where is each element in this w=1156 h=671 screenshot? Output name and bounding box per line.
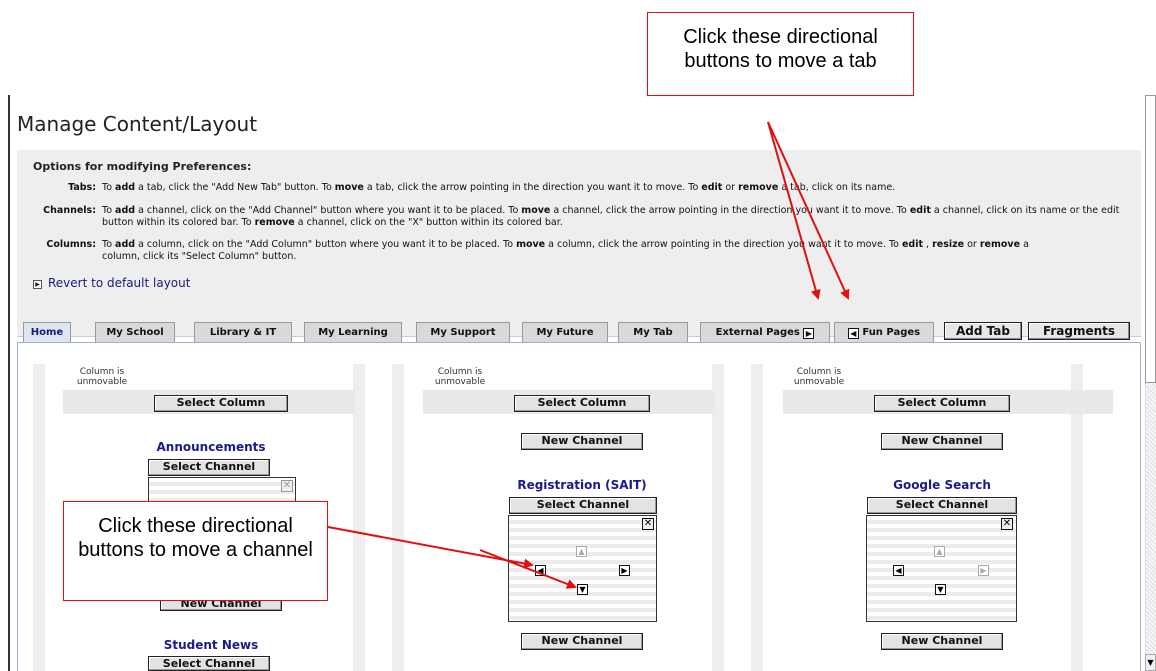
tab-library-it[interactable]: Library & IT xyxy=(194,322,292,342)
column-2-new-channel-button-top[interactable]: New Channel xyxy=(521,433,643,450)
callout-move-channel: Click these directional buttons to move … xyxy=(63,501,328,601)
google-search-move-left-icon[interactable]: ◀ xyxy=(893,565,904,576)
google-search-move-up-icon: ▲ xyxy=(934,546,945,557)
registration-move-right-icon[interactable]: ▶ xyxy=(619,565,630,576)
column-2-unmovable-note: Column is unmovable xyxy=(434,367,486,387)
page-title: Manage Content/Layout xyxy=(17,112,258,136)
announcements-close-icon[interactable]: ✕ xyxy=(281,480,293,492)
column-3-new-channel-button-bottom[interactable]: New Channel xyxy=(881,633,1003,650)
registration-close-icon[interactable]: ✕ xyxy=(642,518,654,530)
options-panel: Options for modifying Preferences: Tabs:… xyxy=(17,150,1141,337)
tabs-label: Tabs: xyxy=(68,182,96,193)
move-tab-right-icon[interactable]: ▶ xyxy=(803,328,815,339)
google-search-move-down-icon[interactable]: ▼ xyxy=(935,584,946,595)
tab-external-pages[interactable]: External Pages ▶ xyxy=(700,322,830,342)
announcements-select-channel-button[interactable]: Select Channel xyxy=(148,459,270,476)
callout-move-tab-text: Click these directional buttons to move … xyxy=(683,26,878,72)
column-1-select-column-button[interactable]: Select Column xyxy=(154,395,288,412)
registration-select-channel-button[interactable]: Select Channel xyxy=(509,497,657,514)
expand-icon: ▶ xyxy=(33,280,42,289)
scrollbar-thumb[interactable] xyxy=(1145,95,1156,383)
tab-home[interactable]: Home xyxy=(23,322,71,343)
column-1-unmovable-note: Column is unmovable xyxy=(76,367,128,387)
registration-move-down-icon[interactable]: ▼ xyxy=(577,584,588,595)
fragments-button[interactable]: Fragments xyxy=(1028,322,1130,340)
tab-fun-pages[interactable]: ◀ Fun Pages xyxy=(834,322,934,342)
tab-my-learning[interactable]: My Learning xyxy=(304,322,402,342)
tab-my-tab[interactable]: My Tab xyxy=(618,322,688,342)
scroll-down-icon[interactable]: ▼ xyxy=(1145,654,1156,671)
channel-announcements-title[interactable]: Announcements xyxy=(150,440,272,454)
callout-move-tab: Click these directional buttons to move … xyxy=(647,12,914,96)
registration-channel-box xyxy=(508,515,657,622)
columns-label: Columns: xyxy=(46,239,96,250)
column-2-new-channel-button-bottom[interactable]: New Channel xyxy=(521,633,643,650)
tab-my-support[interactable]: My Support xyxy=(416,322,510,342)
channel-registration-title[interactable]: Registration (SAIT) xyxy=(500,478,664,492)
channels-instructions: Channels: To add a channel, click on the… xyxy=(43,205,1120,228)
columns-instructions: Columns: To add a column, click on the "… xyxy=(46,239,1029,262)
google-search-channel-box xyxy=(866,515,1017,622)
channel-student-news-title[interactable]: Student News xyxy=(150,638,272,652)
registration-move-left-icon[interactable]: ◀ xyxy=(535,565,546,576)
google-search-select-channel-button[interactable]: Select Channel xyxy=(867,497,1017,514)
options-heading: Options for modifying Preferences: xyxy=(33,160,252,173)
move-tab-left-icon[interactable]: ◀ xyxy=(847,328,859,339)
revert-default-layout-link[interactable]: ▶ Revert to default layout xyxy=(33,276,190,290)
registration-move-up-icon: ▲ xyxy=(576,546,587,557)
callout-move-channel-text: Click these directional buttons to move … xyxy=(78,515,313,561)
scrollbar-track-hatch xyxy=(1146,384,1156,654)
column-3-select-column-button[interactable]: Select Column xyxy=(874,395,1010,412)
google-search-move-right-icon: ▶ xyxy=(978,565,989,576)
channels-label: Channels: xyxy=(43,205,96,216)
column-3-unmovable-note: Column is unmovable xyxy=(793,367,845,387)
tab-my-future[interactable]: My Future xyxy=(522,322,608,342)
page-left-border xyxy=(8,95,10,671)
revert-label: Revert to default layout xyxy=(48,276,191,290)
column-3-new-channel-button-top[interactable]: New Channel xyxy=(881,433,1003,450)
google-search-close-icon[interactable]: ✕ xyxy=(1001,518,1013,530)
add-tab-button[interactable]: Add Tab xyxy=(944,322,1022,340)
tab-my-school[interactable]: My School xyxy=(95,322,175,342)
student-news-select-channel-button[interactable]: Select Channel xyxy=(148,656,270,671)
channel-google-search-title[interactable]: Google Search xyxy=(862,478,1022,492)
tabs-instructions: Tabs: To add a tab, click the "Add New T… xyxy=(68,182,896,193)
column-2-select-column-button[interactable]: Select Column xyxy=(514,395,650,412)
